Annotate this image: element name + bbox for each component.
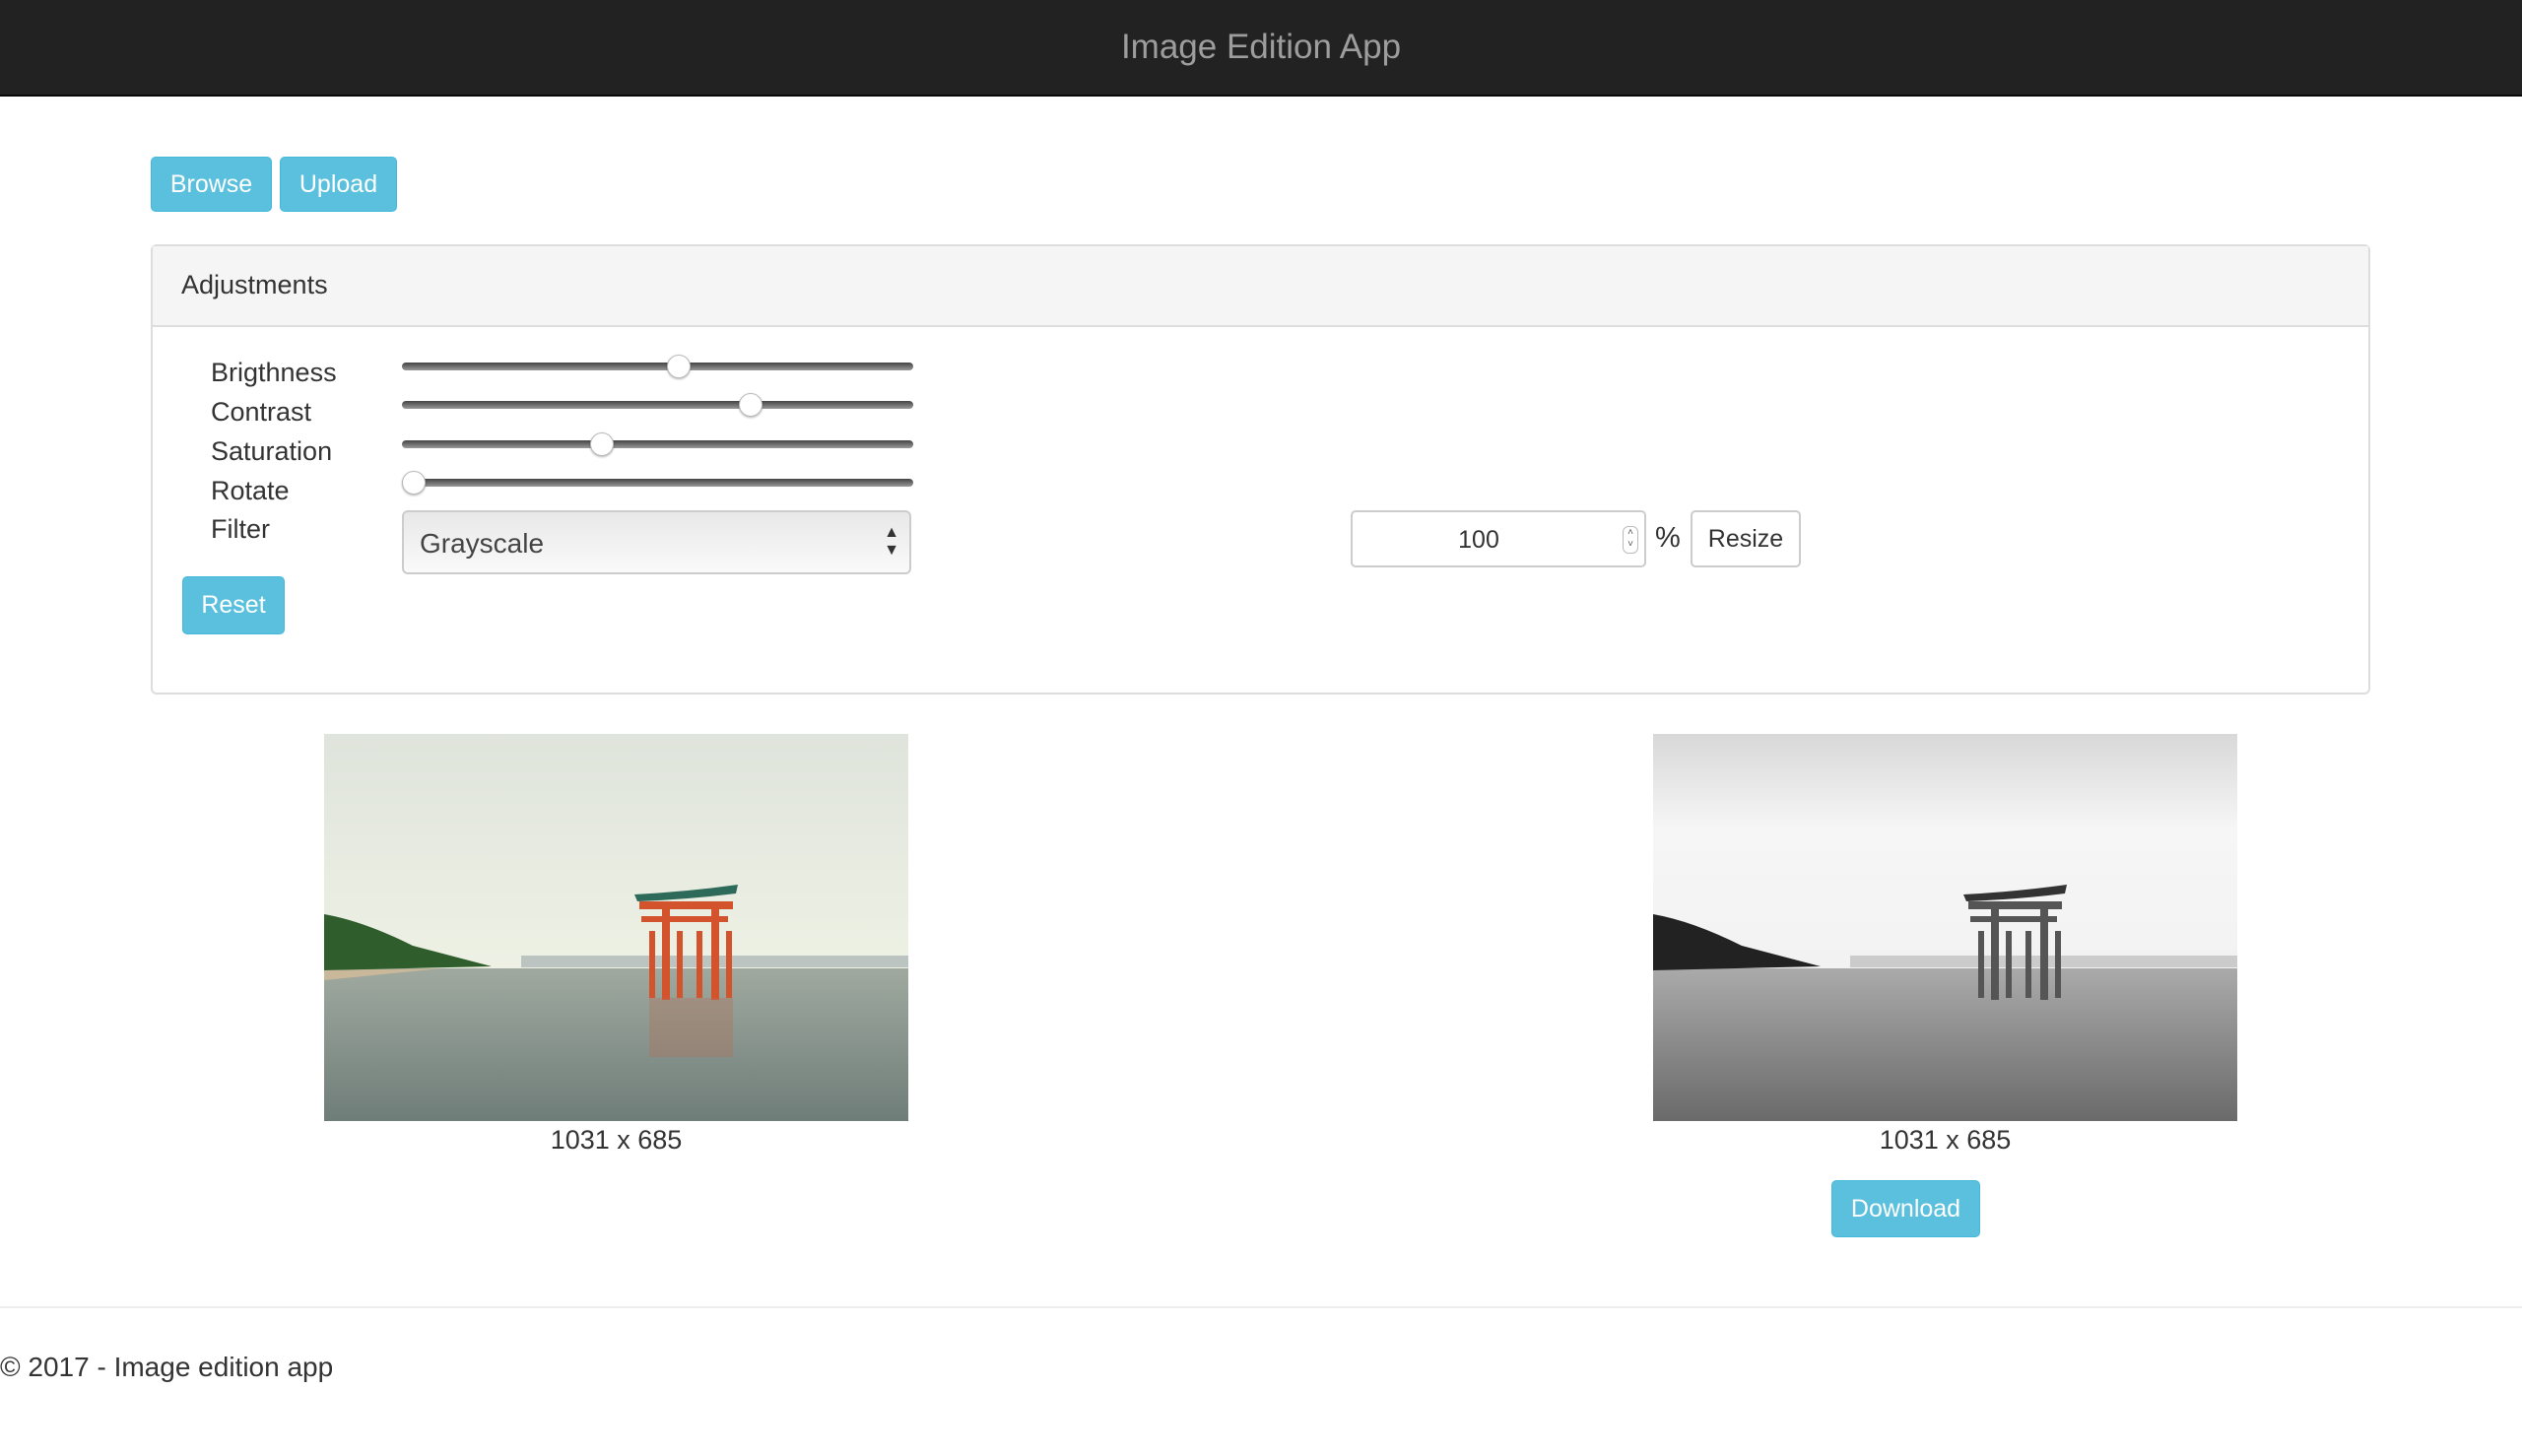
slider-thumb[interactable]: [738, 393, 763, 417]
select-arrows-icon: ▲ ▼: [884, 524, 899, 559]
original-image-dimensions: 1031 x 685: [550, 1125, 683, 1155]
filter-label: Filter: [211, 514, 270, 544]
edited-image: [1653, 734, 2237, 1121]
panel-title: Adjustments: [181, 270, 328, 299]
torii-photo-icon: [324, 734, 908, 1121]
filter-selected-value: Grayscale: [420, 528, 545, 559]
download-button[interactable]: Download: [1831, 1180, 1980, 1237]
edited-image-dimensions: 1031 x 685: [1879, 1125, 2012, 1155]
rotate-label: Rotate: [211, 476, 290, 505]
rotate-slider[interactable]: [402, 471, 913, 495]
original-image: [324, 734, 908, 1121]
brightness-label: Brigthness: [211, 358, 337, 387]
resize-value: 100: [1458, 526, 1499, 554]
contrast-slider[interactable]: [402, 393, 913, 417]
app-title: Image Edition App: [1120, 28, 1402, 66]
navbar: Image Edition App: [0, 0, 2522, 97]
panel-heading: Adjustments: [153, 246, 2368, 327]
torii-photo-grayscale-icon: [1653, 734, 2237, 1121]
brightness-slider[interactable]: [402, 355, 913, 378]
reset-button[interactable]: Reset: [182, 576, 285, 634]
resize-button[interactable]: Resize: [1691, 510, 1801, 567]
contrast-label: Contrast: [211, 397, 312, 427]
spinner-icon[interactable]: ˄ ˅: [1623, 526, 1638, 554]
saturation-label: Saturation: [211, 436, 333, 466]
slider-thumb[interactable]: [402, 471, 426, 495]
browse-button[interactable]: Browse: [151, 157, 272, 212]
saturation-slider[interactable]: [402, 432, 913, 456]
resize-percent-input[interactable]: 100 ˄ ˅: [1351, 510, 1646, 567]
footer-text: © 2017 - Image edition app: [0, 1352, 334, 1382]
upload-button[interactable]: Upload: [280, 157, 397, 212]
footer-divider: [0, 1306, 2522, 1308]
filter-select[interactable]: Grayscale ▲ ▼: [402, 510, 911, 574]
adjustments-panel: Adjustments: [151, 244, 2370, 695]
percent-sign: %: [1655, 522, 1681, 554]
